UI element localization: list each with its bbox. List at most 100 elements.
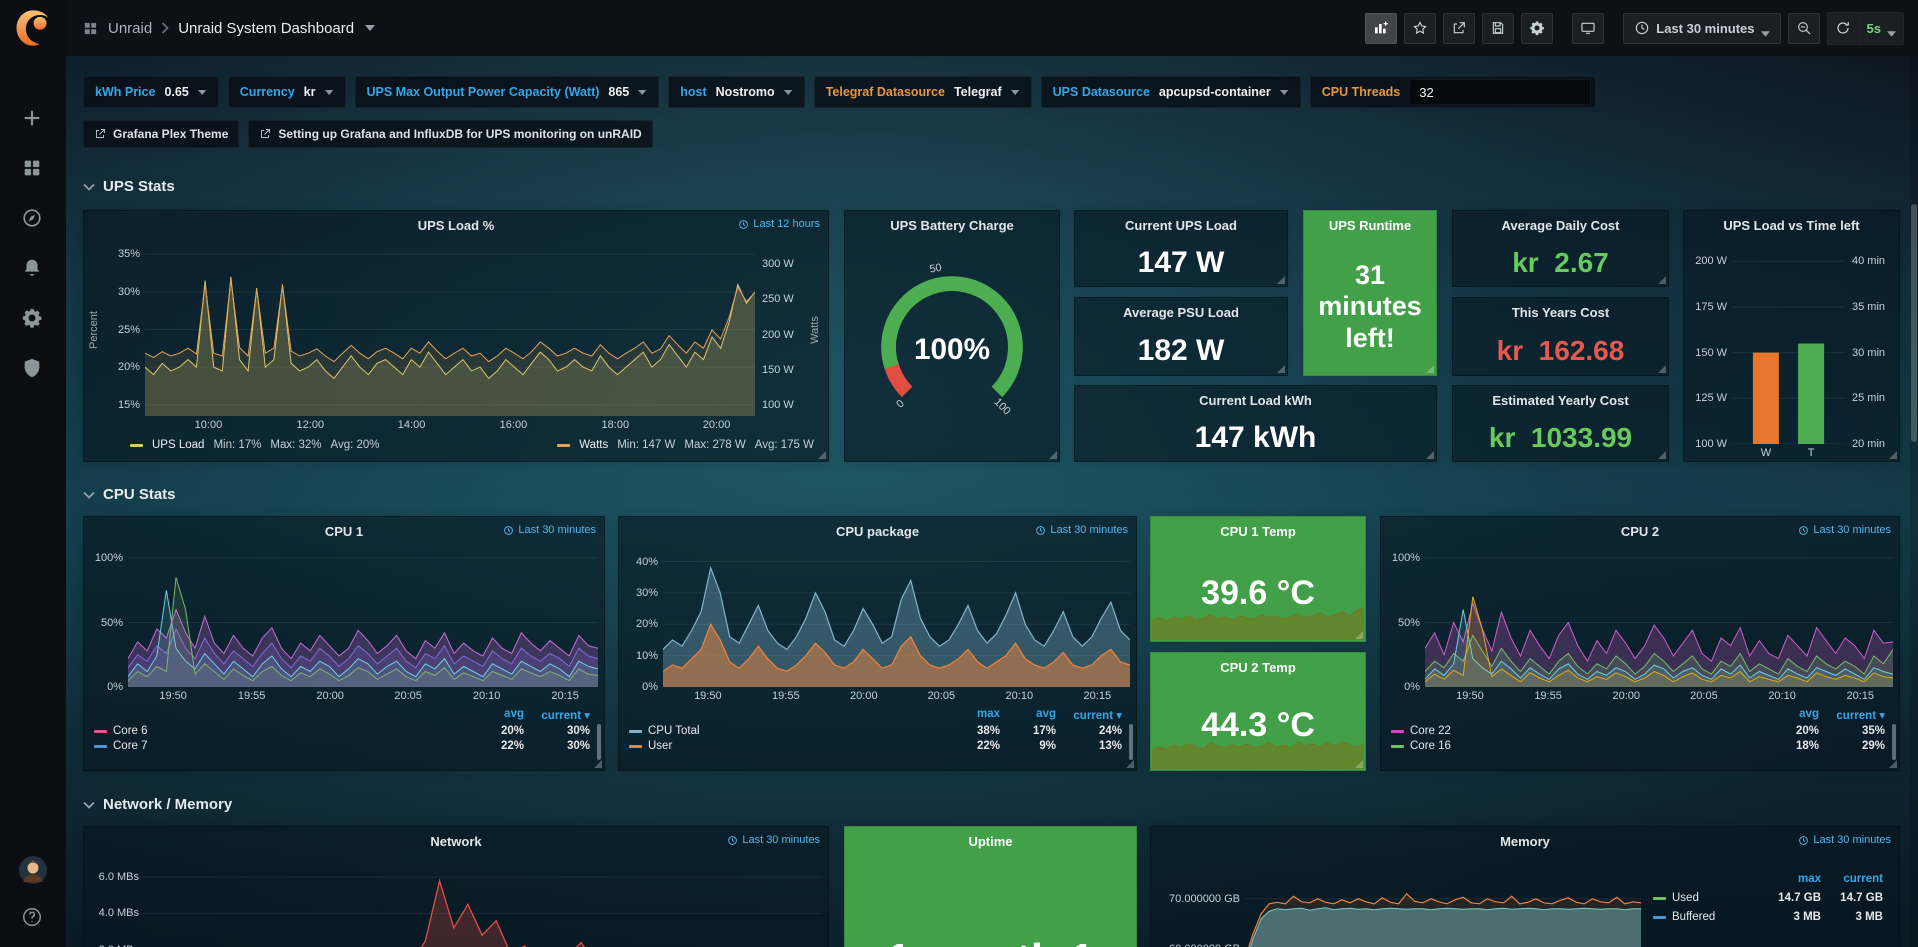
sidebar-item-explore[interactable] (21, 206, 45, 230)
stat-value: 182 W (1075, 326, 1287, 375)
add-panel-button[interactable] (1365, 13, 1397, 44)
refresh-interval-picker[interactable]: 5s (1860, 13, 1903, 44)
cpu2-chart[interactable] (1425, 549, 1893, 687)
variable-ups-datasource[interactable]: UPS Datasource apcupsd-container (1041, 76, 1301, 108)
panel-title[interactable]: Uptime (845, 827, 1136, 855)
panel-title[interactable]: Current UPS Load (1075, 211, 1287, 239)
panel-title[interactable]: UPS Load % (84, 211, 828, 239)
legend-item[interactable]: Core 16 (1391, 740, 1757, 752)
sidebar-item-alerting[interactable] (21, 256, 45, 280)
panel-resize-handle[interactable] (1355, 760, 1363, 768)
panel-title[interactable]: CPU 2 Temp (1151, 653, 1365, 681)
panel-resize-handle[interactable] (1889, 760, 1897, 768)
load-vs-time-chart[interactable] (1732, 243, 1845, 444)
sidebar-item-dashboards[interactable] (21, 156, 45, 180)
zoom-out-button[interactable] (1788, 13, 1820, 44)
panel-resize-handle[interactable] (1426, 365, 1434, 373)
legend-item-watts[interactable]: Watts Min: 147 W Max: 278 W Avg: 175 W (557, 439, 814, 451)
chevron-right-icon (161, 22, 169, 34)
legend-item[interactable]: Core 22 (1391, 725, 1757, 737)
legend-scrollbar[interactable] (597, 724, 601, 760)
panel-title[interactable]: Estimated Yearly Cost (1453, 386, 1668, 414)
caret-down-icon[interactable] (365, 25, 375, 31)
panel-memory: Memory Last 30 minutes 70.000000 GB60.00… (1150, 826, 1900, 947)
help-icon[interactable] (21, 905, 45, 929)
variable-ups-max-output[interactable]: UPS Max Output Power Capacity (Watt) 865 (355, 76, 660, 108)
external-link-icon (94, 128, 106, 140)
legend-item[interactable]: Buffered (1653, 911, 1759, 923)
panel-title[interactable]: Current Load kWh (1075, 386, 1436, 414)
link-grafana-plex-theme[interactable]: Grafana Plex Theme (83, 120, 239, 148)
dashboard-settings-button[interactable] (1521, 13, 1553, 44)
network-chart[interactable] (128, 859, 822, 947)
panel-resize-handle[interactable] (818, 451, 826, 459)
panel-resize-handle[interactable] (1889, 451, 1897, 459)
legend-item[interactable]: CPU Total (629, 725, 944, 737)
legend-item[interactable]: User (629, 740, 944, 752)
stat-value: 147 W (1075, 239, 1287, 286)
panel-resize-handle[interactable] (1049, 451, 1057, 459)
legend-swatch (1653, 916, 1666, 919)
panel-resize-handle[interactable] (1126, 760, 1134, 768)
section-cpu-stats[interactable]: CPU Stats (83, 486, 176, 503)
panel-resize-handle[interactable] (1426, 451, 1434, 459)
y-axis-label-right: Watts (807, 243, 822, 416)
panel-title[interactable]: CPU 1 Temp (1151, 517, 1365, 545)
panel-resize-handle[interactable] (1658, 451, 1666, 459)
panel-resize-handle[interactable] (1658, 276, 1666, 284)
panel-resize-handle[interactable] (1277, 365, 1285, 373)
stat-value: kr 162.68 (1453, 326, 1668, 375)
sidebar-item-create[interactable] (21, 106, 45, 130)
link-ups-monitoring-guide[interactable]: Setting up Grafana and InfluxDB for UPS … (248, 120, 652, 148)
legend-scrollbar[interactable] (1129, 724, 1133, 760)
cycle-view-button[interactable] (1572, 13, 1604, 44)
panel-resize-handle[interactable] (1355, 631, 1363, 639)
panel-resize-handle[interactable] (1277, 276, 1285, 284)
variable-kwh-price[interactable]: kWh Price 0.65 (83, 76, 219, 108)
section-network-memory[interactable]: Network / Memory (83, 796, 232, 813)
user-avatar[interactable] (18, 855, 48, 885)
share-button[interactable] (1443, 13, 1475, 44)
variable-telegraf-datasource[interactable]: Telegraf Datasource Telegraf (814, 76, 1032, 108)
page-scrollbar-thumb[interactable] (1911, 204, 1917, 442)
section-ups-stats[interactable]: UPS Stats (83, 178, 175, 195)
page-scrollbar-track[interactable] (1910, 56, 1918, 947)
battery-gauge[interactable]: 100% 0 50 100 (845, 239, 1059, 461)
panel-title[interactable]: Memory (1151, 827, 1899, 855)
legend-item[interactable]: Core 7 (94, 740, 462, 752)
panel-title[interactable]: This Years Cost (1453, 298, 1668, 326)
ups-load-chart[interactable] (145, 243, 755, 416)
sidebar-item-configuration[interactable] (21, 306, 45, 330)
panel-title[interactable]: Average Daily Cost (1453, 211, 1668, 239)
clock-icon (727, 835, 738, 846)
variable-host[interactable]: host Nostromo (668, 76, 804, 108)
legend-swatch (94, 730, 107, 733)
cpu-threads-input[interactable] (1409, 79, 1591, 105)
breadcrumb-folder[interactable]: Unraid (108, 20, 152, 37)
panel-title[interactable]: UPS Runtime (1304, 211, 1436, 239)
breadcrumb-dashboard[interactable]: Unraid System Dashboard (178, 20, 354, 37)
legend-item[interactable]: Used (1653, 892, 1759, 904)
panel-title[interactable]: Average PSU Load (1075, 298, 1287, 326)
panel-title[interactable]: UPS Battery Charge (845, 211, 1059, 239)
panel-title[interactable]: Network (84, 827, 828, 855)
cpu1-chart[interactable] (128, 549, 598, 687)
panel-title[interactable]: UPS Load vs Time left (1684, 211, 1899, 239)
memory-chart[interactable] (1245, 859, 1641, 947)
panel-this-years-cost: This Years Cost kr 162.68 (1452, 297, 1669, 376)
grafana-logo[interactable] (13, 8, 53, 48)
panel-resize-handle[interactable] (1658, 365, 1666, 373)
legend-item[interactable]: Core 6 (94, 725, 462, 737)
time-range-picker[interactable]: Last 30 minutes (1623, 13, 1780, 44)
x-axis: 19:5019:5520:0020:0520:1020:15 (128, 687, 598, 704)
panel-resize-handle[interactable] (594, 760, 602, 768)
legend-scrollbar[interactable] (1892, 724, 1896, 760)
cpu-package-chart[interactable] (663, 549, 1130, 687)
star-button[interactable] (1404, 13, 1436, 44)
legend-item-ups-load[interactable]: UPS Load Min: 17% Max: 32% Avg: 20% (130, 439, 380, 451)
save-button[interactable] (1482, 13, 1514, 44)
sidebar-item-server-admin[interactable] (21, 356, 45, 380)
refresh-button[interactable] (1828, 13, 1859, 44)
variable-currency[interactable]: Currency kr (228, 76, 346, 108)
panel-cpu-package: CPU package Last 30 minutes 40%30%20%10%… (618, 516, 1137, 771)
